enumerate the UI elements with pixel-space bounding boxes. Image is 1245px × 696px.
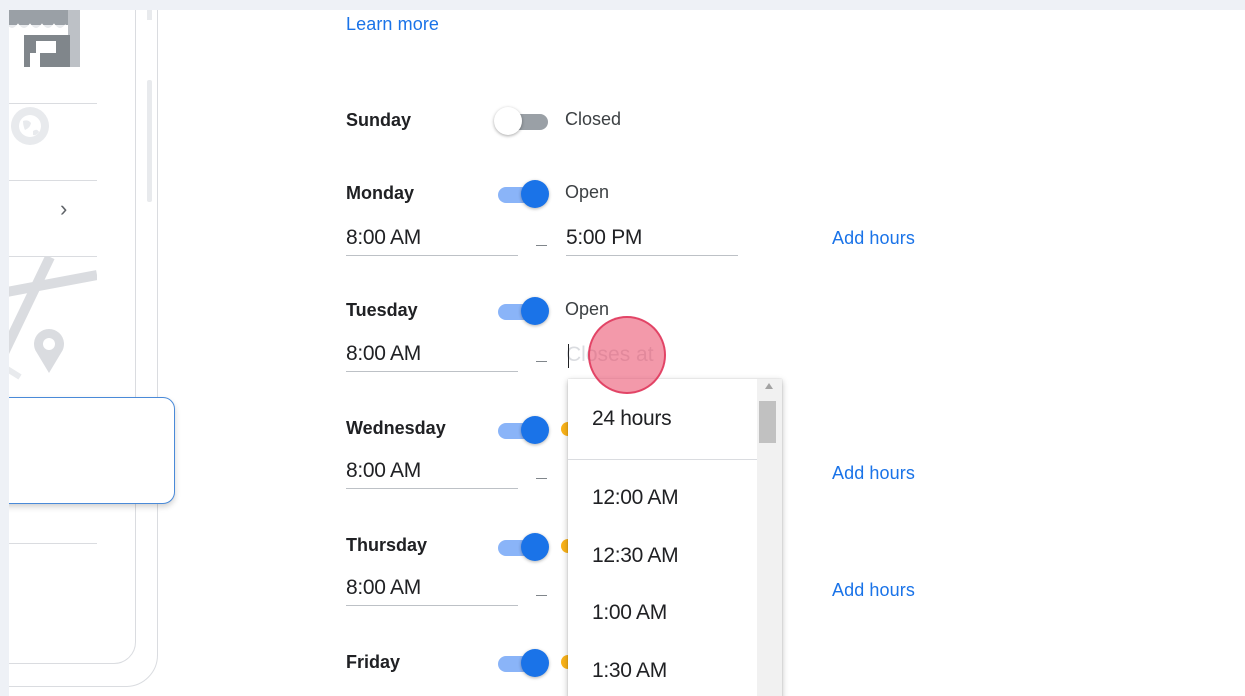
map-preview[interactable] [9, 257, 97, 382]
dropdown-option[interactable]: 1:30 AM [592, 659, 667, 683]
status-sunday: Closed [565, 109, 622, 129]
chevron-right-icon[interactable]: › [60, 198, 76, 220]
preview-callout-card [9, 397, 175, 504]
toggle-wednesday[interactable] [494, 414, 552, 444]
day-label-thursday: Thursday [346, 535, 428, 555]
day-label-sunday: Sunday [346, 110, 412, 130]
status-tuesday: Open [565, 299, 610, 319]
add-hours-link-thursday[interactable]: Add hours [832, 580, 915, 601]
learn-more-link[interactable]: Learn more [346, 14, 439, 35]
add-hours-link-monday[interactable]: Add hours [832, 228, 915, 249]
toggle-sunday[interactable] [494, 105, 552, 135]
day-label-tuesday: Tuesday [346, 300, 418, 320]
time-range-dash [536, 361, 547, 362]
status-monday: Open [565, 182, 610, 202]
opens-at-field-thursday[interactable]: 8:00 AM [346, 572, 518, 606]
scroll-thumb[interactable] [759, 401, 776, 443]
add-hours-link-wednesday[interactable]: Add hours [832, 463, 915, 484]
scroll-up-arrow-icon[interactable] [765, 383, 773, 389]
dropdown-divider [568, 459, 758, 460]
day-label-wednesday: Wednesday [346, 418, 446, 438]
time-range-dash [536, 595, 547, 596]
dropdown-option[interactable]: 12:30 AM [592, 544, 679, 568]
closes-at-field-monday[interactable]: 5:00 PM [566, 222, 738, 256]
storefront-icon [9, 10, 80, 67]
dropdown-option[interactable]: 24 hours [592, 407, 672, 431]
business-hours-editor: › Learn more Sunday Closed Monday Open 8… [9, 10, 1245, 696]
toggle-thursday[interactable] [494, 531, 552, 561]
phone-preview-scrollbar[interactable] [147, 10, 153, 202]
opens-at-field-wednesday[interactable]: 8:00 AM [346, 455, 518, 489]
dropdown-option[interactable]: 1:00 AM [592, 601, 667, 625]
opens-at-field-monday[interactable]: 8:00 AM [346, 222, 518, 256]
globe-icon [10, 106, 50, 146]
toggle-friday[interactable] [494, 647, 552, 677]
dropdown-option[interactable]: 12:00 AM [592, 486, 679, 510]
phone-preview-screen: › [9, 10, 136, 664]
closes-at-dropdown[interactable]: 24 hours 12:00 AM 12:30 AM 1:00 AM 1:30 … [568, 379, 782, 696]
map-pin-icon [32, 327, 66, 373]
toggle-monday[interactable] [494, 178, 552, 208]
toggle-tuesday[interactable] [494, 295, 552, 325]
day-label-friday: Friday [346, 652, 401, 672]
day-label-monday: Monday [346, 183, 415, 203]
time-range-dash [536, 478, 547, 479]
dropdown-scrollbar[interactable] [757, 379, 782, 696]
opens-at-field-tuesday[interactable]: 8:00 AM [346, 338, 518, 372]
click-highlight-marker [588, 316, 666, 394]
text-cursor [568, 344, 569, 368]
time-range-dash [536, 245, 547, 246]
